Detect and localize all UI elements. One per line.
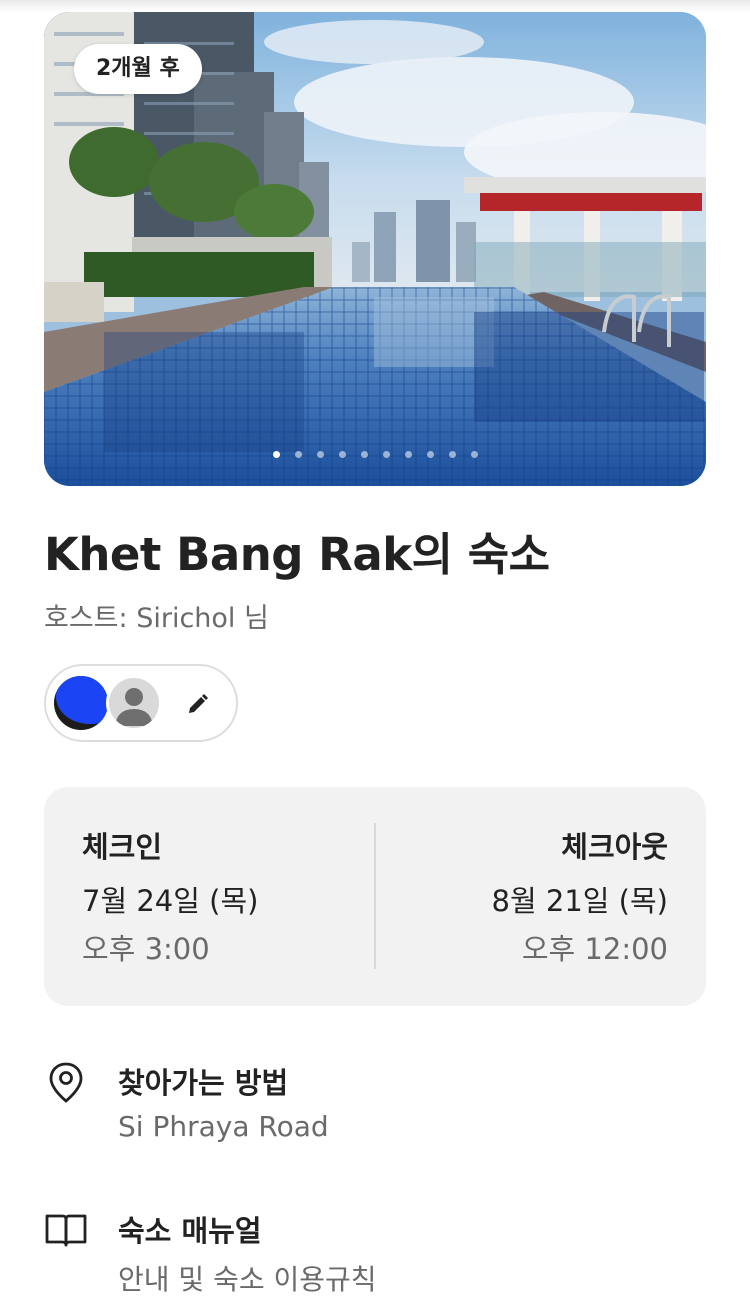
carousel-dot (272, 451, 280, 458)
checkin-label: 체크인 (82, 830, 163, 864)
checkin-checkout-card[interactable]: 체크인 7월 24일 (목) 오후 3:00 체크아웃 8월 21일 (목) 오… (44, 787, 706, 1006)
carousel-dot (316, 451, 324, 458)
checkout-time: 오후 12:00 (521, 932, 668, 966)
carousel-dot (426, 451, 434, 458)
carousel-indicator (44, 451, 706, 458)
host-name: 호스트: Sirichol 님 (44, 603, 269, 634)
checkin-time: 오후 3:00 (82, 932, 210, 966)
guest-avatar (54, 676, 108, 730)
checkin-section: 체크인 7월 24일 (목) 오후 3:00 (82, 827, 258, 967)
top-edge (0, 0, 750, 12)
directions-address: Si Phraya Road (118, 1110, 329, 1143)
book-icon (45, 1214, 87, 1247)
carousel-dot (338, 451, 346, 458)
carousel-dot (404, 451, 412, 458)
listing-photo-carousel[interactable]: 2개월 후 (44, 12, 706, 486)
time-until-badge: 2개월 후 (74, 44, 202, 94)
pencil-icon[interactable] (186, 692, 210, 716)
carousel-dot (360, 451, 368, 458)
directions-title: 찾아가는 방법 (118, 1066, 289, 1100)
location-pin-icon (49, 1062, 83, 1103)
carousel-dot (448, 451, 456, 458)
checkin-date: 7월 24일 (목) (82, 884, 259, 918)
carousel-dot (294, 451, 302, 458)
directions-row[interactable]: 찾아가는 방법 Si Phraya Road (44, 1060, 706, 1150)
carousel-dot (470, 451, 478, 458)
house-manual-title: 숙소 매뉴얼 (118, 1214, 262, 1248)
listing-title: Khet Bang Rak의 숙소 (44, 528, 550, 581)
card-divider (374, 823, 376, 969)
default-avatar-icon (106, 675, 162, 731)
checkout-date: 8월 21일 (목) (491, 884, 668, 918)
checkout-section: 체크아웃 8월 21일 (목) 오후 12:00 (492, 827, 668, 967)
house-manual-subtitle: 안내 및 숙소 이용규칙 (118, 1263, 377, 1296)
carousel-dot (382, 451, 390, 458)
avatar-redaction (56, 676, 108, 724)
checkout-label: 체크아웃 (561, 830, 668, 864)
house-manual-row[interactable]: 숙소 매뉴얼 안내 및 숙소 이용규칙 (44, 1208, 706, 1298)
guests-button[interactable] (44, 664, 238, 742)
